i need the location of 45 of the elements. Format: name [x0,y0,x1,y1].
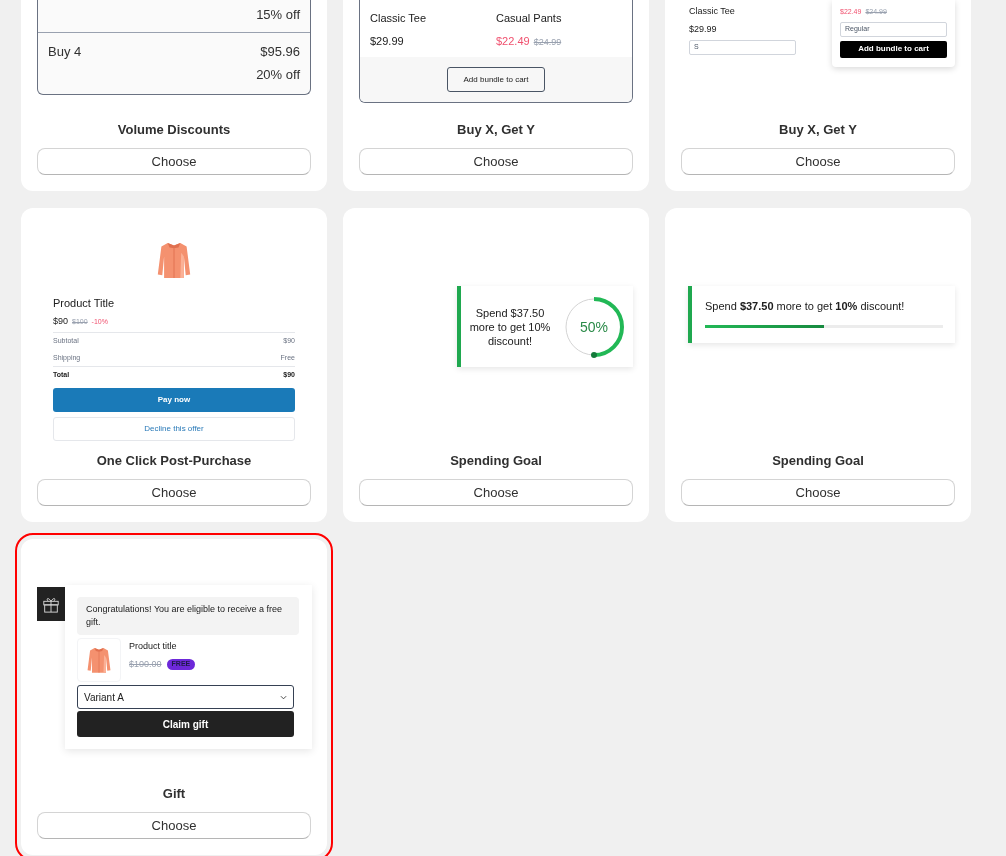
progress-ring [562,294,626,359]
compare-price: $100.00 [129,657,162,671]
card-title: Buy X, Get Y [456,120,536,139]
add-bundle-button[interactable]: Add bundle to cart [447,67,545,92]
percent-label: 50% [580,318,608,335]
choose-button[interactable]: Choose [359,148,633,175]
card-title: Spending Goal [449,451,543,470]
gift-message: Congratulations! You are eligible to receive a free gift. [77,597,299,635]
tier-label: Buy 4 [48,42,82,61]
choose-button[interactable]: Choose [37,479,311,506]
card-title: Buy X, Get Y [778,120,858,139]
card-title: One Click Post-Purchase [95,451,253,470]
goal-message: Spend $37.50 more to get 10% discount! [705,299,906,314]
decline-offer-button[interactable]: Decline this offer [53,416,295,441]
variant-select[interactable]: Variant A [77,685,294,709]
product-title: Product Title [53,296,116,311]
product-price: $90 [53,314,69,328]
claim-gift-button[interactable]: Claim gift [77,711,294,737]
product-price: $22.49 [496,33,530,49]
tier-discount: 20% off [256,66,300,84]
goal-message: Spend $37.50 more to get 10% discount! [468,305,552,348]
compare-price: $24.99 [533,35,562,49]
product-price: $29.99 [689,22,718,36]
chevron-down-icon [280,694,287,700]
add-bundle-button[interactable]: Add bundle to cart [840,40,947,58]
tier-discount: 15% off [256,6,300,24]
product-name: Classic Tee [370,11,428,26]
choose-button[interactable]: Choose [681,148,955,175]
shirt-icon [86,646,112,674]
choose-button[interactable]: Choose [681,479,955,506]
choose-button[interactable]: Choose [37,148,311,175]
card-title: Spending Goal [771,451,865,470]
product-name: Classic Tee [689,5,736,18]
card-title: Gift [161,784,187,803]
pay-now-button[interactable]: Pay now [53,387,295,412]
card-title: Volume Discounts [116,120,232,139]
gift-tab[interactable] [37,587,65,621]
product-title: Product title [129,640,178,653]
shirt-icon [156,240,192,280]
choose-button[interactable]: Choose [359,479,633,506]
choose-button[interactable]: Choose [37,812,311,839]
tier-price: $95.96 [260,42,300,61]
product-name: Casual Pants [496,11,563,26]
product-price: $29.99 [370,33,404,49]
gift-icon [42,595,60,613]
